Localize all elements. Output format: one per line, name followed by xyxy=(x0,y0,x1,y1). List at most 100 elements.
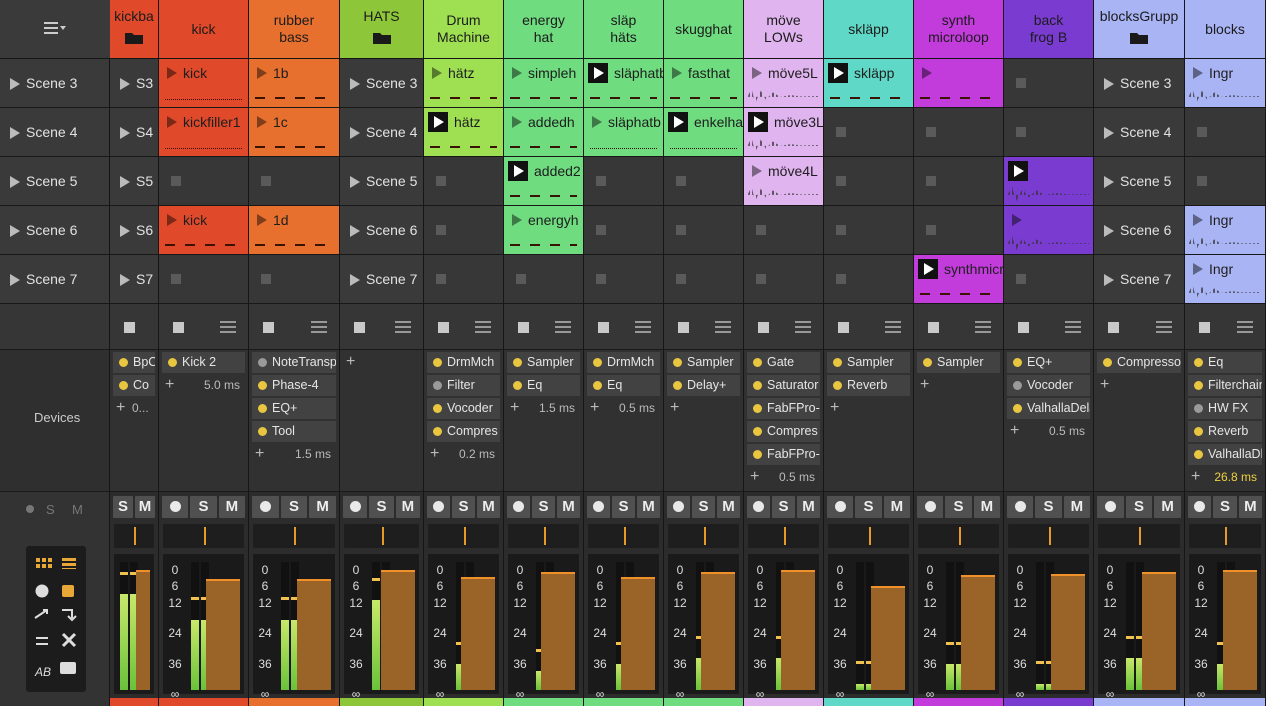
scene-launch-7[interactable]: Scene 7 xyxy=(0,255,109,304)
empty-slot[interactable] xyxy=(1185,108,1265,157)
device-item[interactable]: Filterchain xyxy=(1188,375,1262,396)
automation-icon[interactable] xyxy=(34,608,52,626)
add-device-icon[interactable]: + xyxy=(510,398,519,418)
mute-button[interactable]: M xyxy=(557,496,580,518)
scene-launch-7[interactable]: Scene 7 xyxy=(340,255,423,304)
device-power-icon[interactable] xyxy=(1194,381,1203,390)
clip-slot[interactable]: hätz xyxy=(424,59,503,108)
clip-slot[interactable]: 1c xyxy=(249,108,339,157)
clip-slot[interactable]: simpleh xyxy=(504,59,583,108)
device-item[interactable]: Vocoder xyxy=(427,398,500,419)
clip-launcher-list-icon[interactable] xyxy=(475,321,491,333)
device-power-icon[interactable] xyxy=(833,358,842,367)
empty-slot[interactable] xyxy=(584,206,663,255)
mute-button[interactable]: M xyxy=(135,496,155,518)
add-device-icon[interactable]: + xyxy=(1191,467,1200,487)
pan-knob[interactable] xyxy=(1189,524,1261,548)
empty-slot[interactable] xyxy=(914,206,1003,255)
device-power-icon[interactable] xyxy=(833,381,842,390)
close-icon[interactable] xyxy=(60,632,78,650)
device-item[interactable]: EQ+ xyxy=(252,398,336,419)
track-header[interactable]: back frog B xyxy=(1004,0,1093,59)
clip-slot[interactable]: enkelha xyxy=(664,108,743,157)
stop-clip-button[interactable] xyxy=(758,322,769,333)
track-header[interactable]: blocks xyxy=(1185,0,1265,59)
empty-slot[interactable] xyxy=(824,108,913,157)
stop-clip-button[interactable] xyxy=(263,322,274,333)
empty-slot[interactable] xyxy=(914,157,1003,206)
scene-launch-7[interactable]: Scene 7 xyxy=(1094,255,1184,304)
play-button-icon[interactable] xyxy=(918,259,938,279)
record-arm-button[interactable] xyxy=(343,496,368,518)
record-arm-button[interactable] xyxy=(587,496,610,518)
device-item[interactable]: DrmMch xyxy=(427,352,500,373)
device-power-icon[interactable] xyxy=(923,358,932,367)
add-device-icon[interactable]: + xyxy=(590,398,599,418)
track-header[interactable]: rubber bass xyxy=(249,0,339,59)
device-power-icon[interactable] xyxy=(258,358,267,367)
clip-launcher-list-icon[interactable] xyxy=(795,321,811,333)
solo-button[interactable]: S xyxy=(945,496,972,518)
scene-launch-4[interactable]: Scene 4 xyxy=(340,108,423,157)
play-icon[interactable] xyxy=(167,67,177,79)
add-device-icon[interactable]: + xyxy=(116,398,125,418)
scene-launch-5[interactable]: Scene 5 xyxy=(340,157,423,206)
clip-slot[interactable]: möve3L xyxy=(744,108,823,157)
device-item[interactable]: Reverb xyxy=(827,375,910,396)
mute-button[interactable]: M xyxy=(883,496,910,518)
play-icon[interactable] xyxy=(257,67,267,79)
volume-fader[interactable] xyxy=(1142,572,1176,690)
clip-slot[interactable]: synthmicr xyxy=(914,255,1003,304)
device-item[interactable]: Sampler xyxy=(827,352,910,373)
ab-icon[interactable] xyxy=(34,662,52,680)
empty-slot[interactable] xyxy=(1004,59,1093,108)
device-item[interactable]: NoteTranspo xyxy=(252,352,336,373)
device-item[interactable]: Tool xyxy=(252,421,336,442)
clip-slot[interactable] xyxy=(1004,157,1093,206)
stop-clip-button[interactable] xyxy=(678,322,689,333)
empty-slot[interactable] xyxy=(424,255,503,304)
device-item[interactable]: Vocoder xyxy=(1007,375,1090,396)
clip-slot[interactable]: kick xyxy=(159,59,248,108)
track-header[interactable]: skugghat xyxy=(664,0,743,59)
record-arm-button[interactable] xyxy=(667,496,690,518)
empty-slot[interactable] xyxy=(424,206,503,255)
pan-knob[interactable] xyxy=(1008,524,1089,548)
device-item[interactable]: Filter xyxy=(427,375,500,396)
device-power-icon[interactable] xyxy=(433,404,442,413)
device-item[interactable]: Co xyxy=(113,375,155,396)
clip-slot[interactable]: fasthat xyxy=(664,59,743,108)
device-power-icon[interactable] xyxy=(753,427,762,436)
scene-launch-3[interactable]: S3 xyxy=(110,59,158,108)
pan-knob[interactable] xyxy=(1098,524,1180,548)
device-item[interactable]: Eq xyxy=(587,375,660,396)
clip-launcher-list-icon[interactable] xyxy=(1065,321,1081,333)
device-power-icon[interactable] xyxy=(673,381,682,390)
solo-button[interactable]: S xyxy=(452,496,475,518)
empty-slot[interactable] xyxy=(249,255,339,304)
pan-knob[interactable] xyxy=(918,524,999,548)
clip-slot[interactable]: kickfiller1 xyxy=(159,108,248,157)
play-button-icon[interactable] xyxy=(588,63,608,83)
stop-clip-button[interactable] xyxy=(173,322,184,333)
clip-slot[interactable]: släphatb xyxy=(584,108,663,157)
mute-button[interactable]: M xyxy=(1063,496,1090,518)
clip-slot[interactable] xyxy=(1004,206,1093,255)
clip-slot[interactable]: energyh xyxy=(504,206,583,255)
device-power-icon[interactable] xyxy=(1194,450,1203,459)
track-header[interactable]: skläpp xyxy=(824,0,913,59)
device-item[interactable]: EQ+ xyxy=(1007,352,1090,373)
mute-button[interactable]: M xyxy=(637,496,660,518)
clip-launcher-list-icon[interactable] xyxy=(635,321,651,333)
record-arm-button[interactable] xyxy=(162,496,189,518)
empty-slot[interactable] xyxy=(424,157,503,206)
folder-icon[interactable] xyxy=(1129,31,1149,45)
arrow-icon[interactable] xyxy=(60,608,78,626)
volume-fader[interactable] xyxy=(381,569,415,690)
stop-clip-button[interactable] xyxy=(518,322,529,333)
folder-icon[interactable] xyxy=(124,31,144,45)
play-icon[interactable] xyxy=(512,214,522,226)
empty-slot[interactable] xyxy=(1004,108,1093,157)
empty-slot[interactable] xyxy=(664,157,743,206)
scene-launch-4[interactable]: Scene 4 xyxy=(0,108,109,157)
